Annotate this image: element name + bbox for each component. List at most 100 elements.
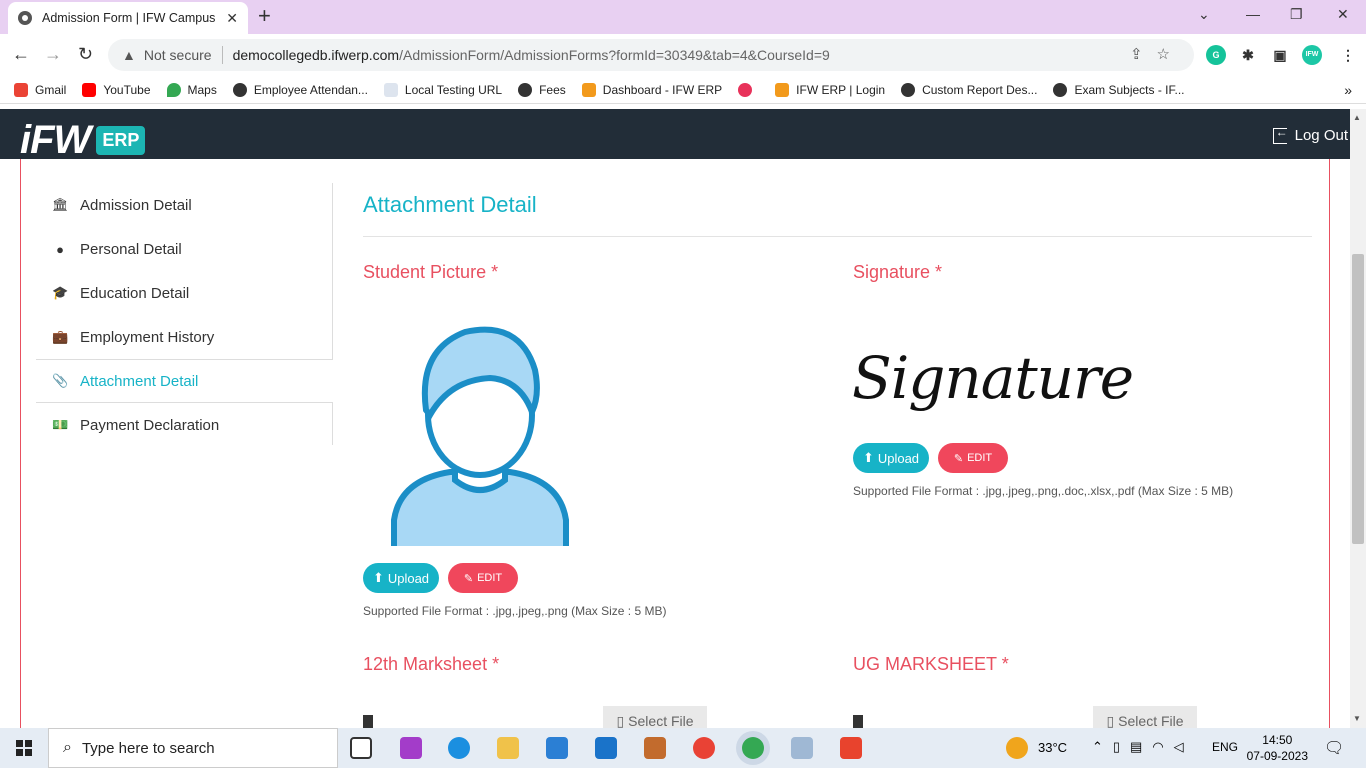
user-icon: ●	[56, 241, 64, 257]
sidebar-item-admission-detail[interactable]: 🏛 Admission Detail	[36, 183, 332, 227]
bookmark-maps[interactable]: Maps	[166, 82, 217, 97]
upload-signature-button[interactable]: ⬆ Upload	[853, 443, 929, 473]
sidebar-item-attachment-detail[interactable]: 📎 Attachment Detail	[36, 359, 333, 403]
game-app-icon[interactable]	[644, 737, 666, 759]
windows-start-icon[interactable]	[16, 740, 32, 756]
file-explorer-icon[interactable]	[497, 737, 519, 759]
mail-icon[interactable]	[595, 737, 617, 759]
bookmark-dashboard[interactable]: Dashboard - IFW ERP	[581, 82, 722, 97]
restore-window-icon[interactable]: ❐	[1290, 6, 1303, 23]
section-title: Attachment Detail	[363, 183, 1312, 237]
edit-signature-button[interactable]: ✎ EDIT	[938, 443, 1008, 473]
chrome-profile-active-icon[interactable]	[742, 737, 764, 759]
page-scrollbar[interactable]: ▲ ▼	[1350, 109, 1366, 728]
browser-tab[interactable]: Admission Form | IFW Campus ✕	[8, 2, 248, 34]
graduation-cap-icon: 🎓	[52, 285, 69, 300]
ifw-erp-logo[interactable]: iFW ERP	[20, 118, 146, 162]
weather-icon[interactable]	[1006, 737, 1028, 759]
bookmark-local-testing[interactable]: Local Testing URL	[383, 82, 502, 97]
tab-search-icon[interactable]: ⌄	[1198, 6, 1210, 23]
warning-icon: ▲	[122, 47, 136, 63]
sidebar-item-education-detail[interactable]: 🎓 Education Detail	[36, 271, 332, 315]
signature-label: Signature *	[853, 262, 943, 282]
grammarly-extension-icon[interactable]: G	[1206, 45, 1226, 65]
taskbar-search-input[interactable]: ⌕ Type here to search	[48, 728, 338, 768]
signature-image: Signature	[852, 344, 1134, 412]
bookmark-employee-attendance[interactable]: Employee Attendan...	[232, 82, 368, 97]
youtube-icon	[82, 82, 97, 97]
side-panel-icon[interactable]: ▣	[1270, 45, 1290, 65]
not-secure-label: Not secure	[143, 47, 212, 63]
upload-icon: ⬆	[372, 570, 384, 585]
profile-avatar-icon[interactable]: IFW	[1302, 45, 1322, 65]
page-icon	[383, 82, 398, 97]
file-icon	[853, 715, 863, 728]
taskbar-clock[interactable]: 14:50 07-09-2023	[1247, 732, 1308, 764]
bookmark-youtube[interactable]: YouTube	[82, 82, 151, 97]
form-steps-sidebar: 🏛 Admission Detail ● Personal Detail 🎓 Educ…	[36, 183, 333, 445]
file-outline-icon: ▯	[616, 712, 625, 729]
extensions-icon[interactable]: ✱	[1238, 45, 1258, 65]
task-view-icon[interactable]	[350, 737, 372, 759]
money-icon: 💵	[52, 417, 69, 432]
close-window-icon[interactable]: ✕	[1337, 6, 1349, 23]
forward-icon[interactable]: →	[44, 44, 62, 65]
student-picture-label: Student Picture *	[363, 262, 499, 282]
system-tray-icons[interactable]: ⌃▯▤◠◁	[1092, 739, 1194, 755]
microsoft-store-icon[interactable]	[546, 737, 568, 759]
marksheet-12th-label: 12th Marksheet *	[363, 654, 500, 674]
logout-label: Log Out	[1294, 127, 1348, 144]
winzip-app-icon[interactable]	[400, 737, 422, 759]
bookmark-exam-subjects[interactable]: Exam Subjects - IF...	[1053, 82, 1185, 97]
anydesk-icon[interactable]	[840, 737, 862, 759]
edit-icon: ✎	[463, 572, 474, 585]
briefcase-icon: 💼	[52, 329, 69, 344]
scroll-up-icon[interactable]: ▲	[1353, 113, 1361, 122]
logout-link[interactable]: Log Out	[1272, 125, 1348, 144]
student-avatar-image	[391, 326, 569, 546]
logo-ifw-text: iFW	[20, 118, 91, 162]
minimize-window-icon[interactable]: —	[1246, 6, 1260, 22]
site-favicon-icon	[18, 11, 32, 25]
chrome-icon[interactable]	[693, 737, 715, 759]
globe-icon	[518, 82, 533, 97]
edit-student-picture-button[interactable]: ✎ EDIT	[448, 563, 518, 593]
url-path: /AdmissionForm/AdmissionForms?formId=303…	[399, 47, 830, 63]
new-tab-button[interactable]: +	[258, 5, 271, 27]
language-indicator[interactable]: ENG	[1212, 740, 1238, 754]
sidebar-item-payment-declaration[interactable]: 💵 Payment Declaration	[36, 403, 332, 447]
globe-icon	[1053, 82, 1068, 97]
close-tab-icon[interactable]: ✕	[226, 10, 238, 27]
bookmark-custom-report[interactable]: Custom Report Des...	[901, 82, 1037, 97]
sidebar-item-employment-history[interactable]: 💼 Employment History	[36, 315, 332, 359]
upload-student-picture-button[interactable]: ⬆ Upload	[363, 563, 439, 593]
bookmark-red[interactable]	[738, 82, 759, 97]
logout-icon	[1272, 125, 1288, 144]
browser-menu-icon[interactable]: ⋮	[1338, 45, 1358, 65]
notepad-icon[interactable]	[791, 737, 813, 759]
reload-icon[interactable]: ↻	[78, 44, 93, 65]
more-bookmarks-icon[interactable]: »	[1344, 82, 1352, 98]
address-bar[interactable]: ▲ Not secure democollegedb.ifwerp.com /A…	[108, 39, 1194, 71]
ug-marksheet-label: UG MARKSHEET *	[853, 654, 1009, 674]
bookmark-fees[interactable]: Fees	[518, 82, 566, 97]
bookmarks-bar: Gmail YouTube Maps Employee Attendan... …	[0, 76, 1366, 104]
edit-icon: ✎	[953, 452, 964, 465]
back-icon[interactable]: ←	[12, 44, 30, 65]
scroll-down-icon[interactable]: ▼	[1353, 714, 1361, 723]
notifications-icon[interactable]: 🗨	[1324, 738, 1344, 758]
bank-icon: 🏛	[52, 197, 69, 212]
clock-time: 14:50	[1262, 733, 1293, 747]
scrollbar-thumb[interactable]	[1352, 254, 1364, 544]
edge-browser-icon[interactable]	[448, 737, 470, 759]
sidebar-item-personal-detail[interactable]: ● Personal Detail	[36, 227, 332, 271]
bookmark-gmail[interactable]: Gmail	[14, 82, 66, 97]
browser-toolbar: ← → ↻ ▲ Not secure democollegedb.ifwerp.…	[0, 34, 1366, 76]
share-star-icons[interactable]: ⇪☆	[1130, 45, 1184, 63]
logo-erp-badge: ERP	[96, 125, 146, 155]
upload-icon: ⬆	[862, 450, 874, 465]
temperature-label: 33°C	[1038, 740, 1068, 755]
globe-icon	[232, 82, 247, 97]
bookmark-ifw-login[interactable]: IFW ERP | Login	[775, 82, 885, 97]
gmail-icon	[14, 82, 28, 97]
